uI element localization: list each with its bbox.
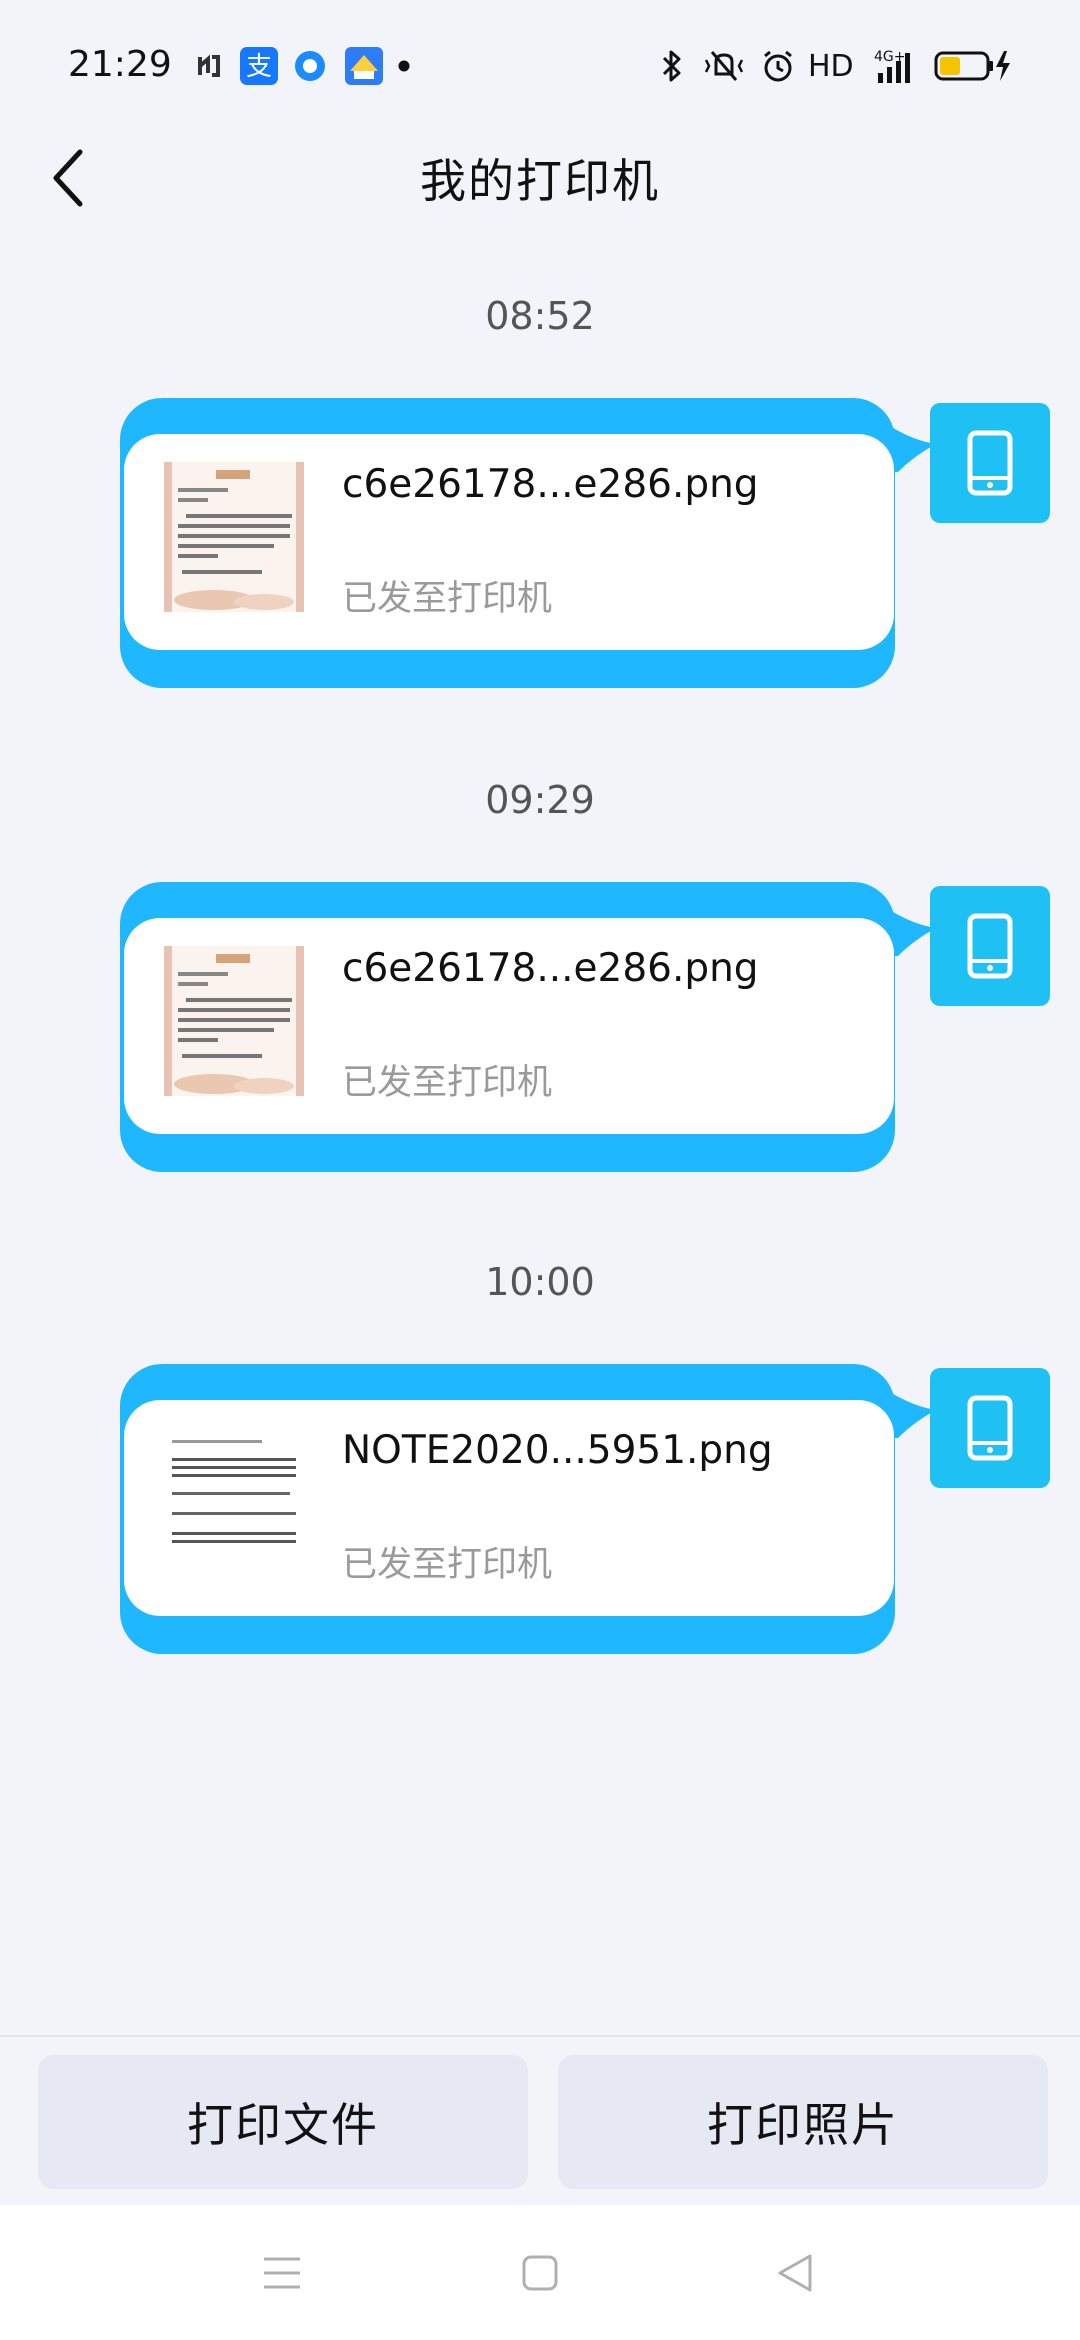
sender-avatar [930, 1368, 1050, 1488]
phone-icon [967, 913, 1013, 979]
message-timestamp: 08:52 [485, 294, 595, 338]
message-timestamp: 10:00 [485, 1260, 595, 1304]
triangle-back-icon [778, 2254, 812, 2292]
file-thumbnail [164, 462, 304, 612]
system-nav-bar [0, 2205, 1080, 2340]
phone-icon [967, 430, 1013, 496]
message-timestamp: 09:29 [485, 778, 595, 822]
alipay-icon: 支 [240, 46, 278, 86]
status-time: 21:29 [68, 44, 172, 85]
file-status: 已发至打印机 [342, 579, 553, 619]
print-photo-button[interactable]: 打印照片 [558, 2055, 1048, 2189]
notification-dot-icon [396, 46, 412, 86]
status-bar: 21:29 支 HD 4G+ [0, 0, 1080, 130]
message-bubble[interactable]: c6e26178...e286.png 已发至打印机 [120, 398, 936, 688]
file-status: 已发至打印机 [342, 1545, 553, 1585]
bottom-action-bar: 打印文件 打印照片 [0, 2035, 1080, 2205]
bluetooth-icon [660, 46, 688, 86]
hd-indicator: HD [808, 48, 854, 84]
file-status: 已发至打印机 [342, 1063, 553, 1103]
house-app-icon [344, 46, 384, 86]
home-button[interactable] [510, 2243, 570, 2303]
app-icon [192, 46, 226, 86]
home-square-icon [522, 2255, 558, 2291]
phone-icon [967, 1395, 1013, 1461]
print-file-button[interactable]: 打印文件 [38, 2055, 528, 2189]
svg-text:支: 支 [246, 52, 272, 82]
circle-app-icon [292, 46, 328, 86]
back-nav-button[interactable] [765, 2243, 825, 2303]
menu-icon [264, 2257, 300, 2289]
file-name: c6e26178...e286.png [342, 946, 759, 991]
message-bubble[interactable]: c6e26178...e286.png 已发至打印机 [120, 882, 936, 1172]
alarm-icon [760, 46, 798, 86]
file-thumbnail [164, 1428, 304, 1578]
page-title: 我的打印机 [420, 154, 660, 208]
menu-button[interactable] [252, 2243, 312, 2303]
file-name: NOTE2020...5951.png [342, 1428, 773, 1473]
file-card: NOTE2020...5951.png 已发至打印机 [124, 1400, 894, 1616]
file-card: c6e26178...e286.png 已发至打印机 [124, 434, 894, 650]
vibrate-mute-icon [700, 46, 750, 86]
sender-avatar [930, 886, 1050, 1006]
message-bubble[interactable]: NOTE2020...5951.png 已发至打印机 [120, 1364, 936, 1654]
file-name: c6e26178...e286.png [342, 462, 759, 507]
sender-avatar [930, 403, 1050, 523]
printer-chat-page: 21:29 支 HD 4G+ 我的打印机 08:52 c6e26178...e2… [0, 0, 1080, 2340]
file-thumbnail [164, 946, 304, 1096]
signal-icon: 4G+ [872, 46, 920, 86]
file-card: c6e26178...e286.png 已发至打印机 [124, 918, 894, 1134]
battery-icon [934, 46, 1014, 86]
